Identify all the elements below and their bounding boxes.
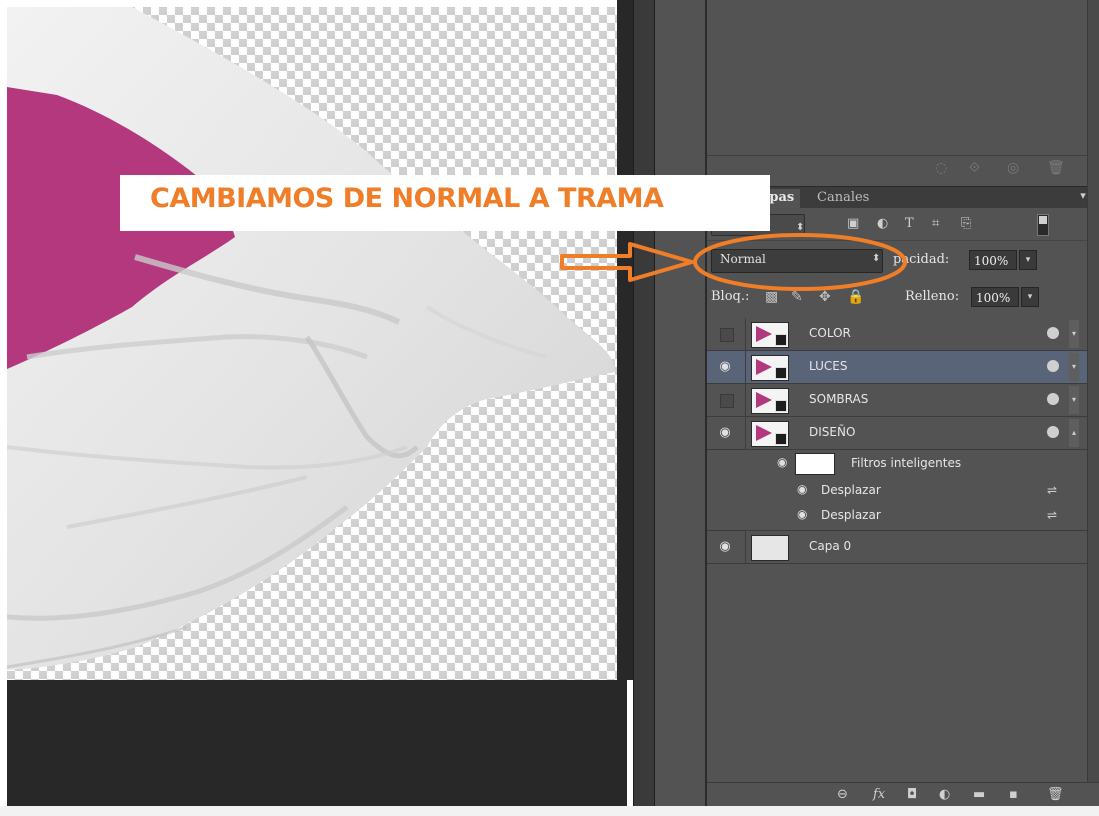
layer-options-icon[interactable] <box>1047 327 1059 339</box>
photoshop-window: ◌ ⟐ ◎ 🗑 apas Canales ▾≡ ⬍ ▣ ◐ T ⌗ ⎘ Norm… <box>0 0 1099 816</box>
mask-icon[interactable]: ◘ <box>907 787 917 802</box>
eye-icon[interactable]: ◎ <box>1007 160 1019 176</box>
trash-icon[interactable]: 🗑 <box>1047 160 1065 176</box>
annotation-banner: CAMBIAMOS DE NORMAL A TRAMA <box>120 175 770 231</box>
panel-dock-gap <box>655 0 705 806</box>
vertical-scrollbar[interactable] <box>633 0 655 806</box>
eye-icon[interactable]: ◉ <box>797 482 807 496</box>
eye-icon[interactable]: ◉ <box>777 455 787 469</box>
upper-panel-area <box>707 0 1087 156</box>
layer-luces[interactable]: ◉ LUCES ▾ <box>707 351 1087 384</box>
layer-name: COLOR <box>809 326 851 340</box>
visibility-toggle-off[interactable] <box>720 394 734 408</box>
visibility-toggle-off[interactable] <box>720 328 734 342</box>
filter-name: Desplazar <box>821 508 881 522</box>
lock-row: Bloq.: ▩ ✎ ✥ 🔒 Relleno: 100% ▾ <box>707 278 1099 318</box>
layer-options-icon[interactable] <box>1047 393 1059 405</box>
layer-capa-0[interactable]: ◉ Capa 0 <box>707 530 1087 564</box>
eye-icon[interactable]: ◉ <box>717 359 733 375</box>
blend-mode-select[interactable]: Normal ⬍ <box>711 249 883 273</box>
trash-icon[interactable]: 🗑 <box>1047 787 1064 802</box>
filter-toggle[interactable] <box>1037 214 1049 236</box>
layer-diseno[interactable]: ◉ DISEÑO ▴ <box>707 417 1087 450</box>
fill-dropdown[interactable]: ▾ <box>1021 287 1039 307</box>
layer-sombras[interactable]: SOMBRAS ▾ <box>707 384 1087 417</box>
opacity-label: pacidad: <box>893 252 950 267</box>
filter-row-1[interactable]: ◉ Desplazar ⇌ <box>707 478 1087 503</box>
annotation-text: CAMBIAMOS DE NORMAL A TRAMA <box>150 183 664 214</box>
shape-filter-icon[interactable]: ⌗ <box>932 216 939 231</box>
shirt-artwork <box>7 7 616 670</box>
opacity-input[interactable]: 100% <box>969 250 1017 270</box>
fx-icon[interactable]: fx <box>873 787 885 802</box>
layer-name: LUCES <box>809 359 848 373</box>
lock-paint-icon[interactable]: ✎ <box>791 289 803 305</box>
lock-label: Bloq.: <box>711 289 750 304</box>
layer-thumbnail <box>751 535 789 561</box>
layer-list: COLOR ▾ ◉ LUCES ▾ SOMBRAS ▾ ◉ DISEÑO ▴ ◉… <box>707 318 1087 568</box>
blend-row: Normal ⬍ pacidad: 100% ▾ <box>707 240 1099 279</box>
chevron-updown-icon: ⬍ <box>796 222 805 233</box>
selection-icon[interactable]: ◌ <box>935 160 947 176</box>
opacity-dropdown[interactable]: ▾ <box>1019 250 1037 270</box>
smart-filters-row[interactable]: ◉ Filtros inteligentes <box>707 451 1087 476</box>
lock-move-icon[interactable]: ✥ <box>819 289 831 305</box>
fill-input[interactable]: 100% <box>971 287 1019 307</box>
bottom-edge <box>0 806 1099 816</box>
lock-all-icon[interactable]: 🔒 <box>847 289 864 305</box>
blend-mode-value: Normal <box>720 252 766 266</box>
group-folder-icon[interactable]: ▬ <box>973 787 985 802</box>
document-canvas[interactable] <box>7 7 617 680</box>
layer-thumbnail <box>751 388 789 414</box>
workspace-area <box>617 0 633 680</box>
filter-options-icon[interactable]: ⇌ <box>1047 508 1057 522</box>
layer-thumbnail <box>751 322 789 348</box>
tab-canales[interactable]: Canales <box>817 189 869 207</box>
layer-options-icon[interactable] <box>1047 360 1059 372</box>
layer-thumbnail <box>751 421 789 447</box>
new-layer-icon[interactable]: ▪ <box>1009 787 1018 802</box>
layer-name: DISEÑO <box>809 425 856 439</box>
layer-thumbnail <box>751 355 789 381</box>
layers-panel-footer: ⊖ fx ◘ ◐ ▬ ▪ 🗑 <box>707 782 1099 807</box>
adjustment-icon[interactable]: ◐ <box>939 787 950 802</box>
move-icon[interactable]: ⟐ <box>969 160 980 176</box>
filter-row-2[interactable]: ◉ Desplazar ⇌ <box>707 503 1087 528</box>
layer-name: Capa 0 <box>809 539 852 553</box>
link-icon[interactable]: ⊖ <box>837 787 848 802</box>
eye-icon[interactable]: ◉ <box>717 425 733 441</box>
eye-icon[interactable]: ◉ <box>717 539 733 555</box>
workspace-area-bottom <box>7 680 627 806</box>
layer-name: SOMBRAS <box>809 392 869 406</box>
layer-color[interactable]: COLOR ▾ <box>707 318 1087 351</box>
panel-scrollbar[interactable] <box>1087 0 1099 806</box>
chevron-updown-icon: ⬍ <box>872 253 881 264</box>
filter-mask-thumbnail[interactable] <box>795 453 835 475</box>
type-filter-icon[interactable]: T <box>905 216 914 231</box>
fill-label: Relleno: <box>905 289 960 304</box>
layers-panel: ◌ ⟐ ◎ 🗑 apas Canales ▾≡ ⬍ ▣ ◐ T ⌗ ⎘ Norm… <box>705 0 1099 807</box>
filter-name: Desplazar <box>821 483 881 497</box>
adjustment-filter-icon[interactable]: ◐ <box>877 216 888 231</box>
layer-options-icon[interactable] <box>1047 426 1059 438</box>
filter-options-icon[interactable]: ⇌ <box>1047 483 1057 497</box>
smart-filters-label: Filtros inteligentes <box>851 456 962 470</box>
smartobject-filter-icon[interactable]: ⎘ <box>961 216 971 231</box>
lock-transparent-icon[interactable]: ▩ <box>765 289 778 305</box>
image-filter-icon[interactable]: ▣ <box>847 216 859 231</box>
eye-icon[interactable]: ◉ <box>797 507 807 521</box>
